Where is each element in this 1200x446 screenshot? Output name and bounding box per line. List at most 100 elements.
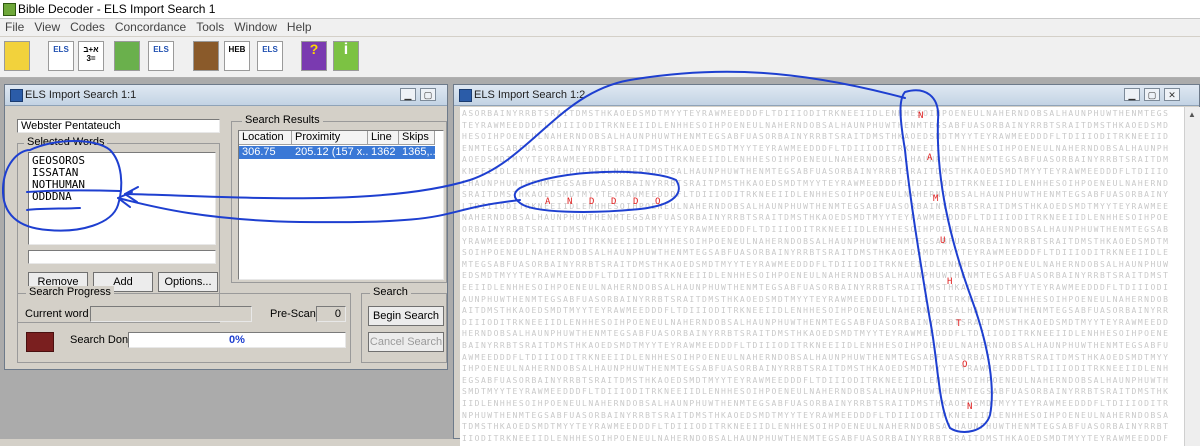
els-table-tool-button[interactable]: ELS <box>257 41 283 71</box>
column-proximity[interactable]: Proximity <box>292 131 368 145</box>
cell-location: 306.75 <box>242 146 276 158</box>
menu-file[interactable]: File <box>0 19 29 34</box>
els-letter-grid[interactable]: ASORBAINYRRBTSRAITDMSTHKAOEDSMDTMYYTEYRA… <box>460 107 1184 446</box>
prescan-label: Pre-Scan <box>270 308 316 320</box>
grid-row: ENMTEGSABFUASORBAINYRRBTSRAITDMSTHKAOEDS… <box>462 143 1170 153</box>
bible-version-text: Webster Pentateuch <box>21 120 121 132</box>
highlight-letter: H <box>947 277 953 287</box>
search-progress-label: Search Progress <box>26 286 114 298</box>
grid-row: AWMEEDDDFLTDIIIODITRKNEEIIDLENHHESOIHPOE… <box>462 352 1170 362</box>
maximize-button[interactable]: ▢ <box>1144 88 1160 101</box>
prescan-value: 0 <box>334 308 341 320</box>
grid-row: LHAUNPHUWTHENMTEGSABFUASORBAINYRRBTSRAIT… <box>462 178 1170 188</box>
highlight-letter: N <box>918 111 924 121</box>
grid-row: AOEDSMDTMYYTEYRAWMEEDDDFLTDIIIODITRKNEEI… <box>462 155 1170 165</box>
highlight-letter: U <box>940 235 946 246</box>
search-controls-group: Search Begin Search Cancel Search <box>361 286 447 363</box>
cell-line: 1362 <box>371 146 396 158</box>
search-progress-group: Search Progress Current word Pre-Scan 0 … <box>17 286 351 363</box>
begin-search-button[interactable]: Begin Search <box>368 306 444 326</box>
menu-window[interactable]: Window <box>229 19 282 34</box>
els-abc-tool-button[interactable]: ELS <box>148 41 174 71</box>
grid-row: IHPOENEULNAHERNDOBSALHAUNPHUWTHENMTEGSAB… <box>462 364 1170 374</box>
info-tool-button[interactable]: i <box>333 41 359 71</box>
close-button[interactable]: ✕ <box>1164 88 1180 101</box>
highlight-letter: D <box>633 197 639 207</box>
maximize-button[interactable]: ▢ <box>420 88 436 101</box>
menu-bar: File View Codes Concordance Tools Window Help <box>0 19 1200 36</box>
scroll-up-icon[interactable]: ▲ <box>1188 110 1196 119</box>
cancel-search-button[interactable]: Cancel Search <box>368 332 444 352</box>
options-button[interactable]: Options... <box>158 272 218 292</box>
els-search-window: ELS Import Search 1:1 ▁ ▢ Webster Pentat… <box>4 84 448 370</box>
highlight-letter: A <box>545 197 551 207</box>
bible-version-field[interactable]: Webster Pentateuch <box>17 119 220 133</box>
mdi-workspace: ELS Import Search 1:1 ▁ ▢ Webster Pentat… <box>0 78 1200 446</box>
selected-words-label: Selected Words <box>24 136 108 148</box>
els-grid-window-title-bar[interactable]: ELS Import Search 1:2 ▁ ▢ ✕ <box>454 85 1199 106</box>
grid-row: SMDTMYYTEYRAWMEEDDDFLTDIIIODITRKNEEIIDLE… <box>462 387 1170 397</box>
book-icon <box>26 332 54 352</box>
grid-row: NAHERNDOBSALHAUNPHUWTHENMTEGSABFUASORBAI… <box>462 213 1170 223</box>
vertical-scrollbar[interactable]: ▲ <box>1184 107 1200 446</box>
highlight-letter: N <box>567 197 573 207</box>
help-book-tool-button[interactable]: ? <box>301 41 327 71</box>
search-group-label: Search <box>370 286 411 298</box>
grid-row: KNEEIIDLENHHESOIHPOENEULNAHERNDOBSALHAUN… <box>462 167 1170 176</box>
app-icon <box>3 3 16 16</box>
gematria-tool-button[interactable]: א+ב =3 <box>78 41 104 71</box>
els-search-window-title: ELS Import Search 1:1 <box>25 89 137 101</box>
app-title: Bible Decoder - ELS Import Search 1 <box>18 2 216 16</box>
menu-tools[interactable]: Tools <box>191 19 229 34</box>
els-grid-window: ELS Import Search 1:2 ▁ ▢ ✕ ASORBAINYRRB… <box>453 84 1200 446</box>
grid-row: HERNDOBSALHAUNPHUWTHENMTEGSABFUASORBAINY… <box>462 329 1170 339</box>
current-word-label: Current word <box>25 308 89 320</box>
window-icon <box>459 89 472 102</box>
column-location[interactable]: Location <box>239 131 292 145</box>
minimize-button[interactable]: ▁ <box>1124 88 1140 101</box>
highlight-letter: D <box>611 197 617 207</box>
highlight-letter: O <box>962 360 968 370</box>
grid-row: EEIIDLENHHESOIHPOENEULNAHERNDOBSALHAUNPH… <box>462 283 1170 292</box>
minimize-button[interactable]: ▁ <box>400 88 416 101</box>
search-done-label: Search Done <box>70 334 135 346</box>
selected-words-list[interactable]: GEOSOROS ISSATAN NOTHUMAN ODDDNA <box>28 152 216 245</box>
column-line[interactable]: Line <box>368 131 399 145</box>
grid-row: DIIIODITRKNEEIIDLENHHESOIHPOENEULNAHERND… <box>462 317 1170 327</box>
els-search-window-title-bar[interactable]: ELS Import Search 1:1 ▁ ▢ <box>5 85 447 106</box>
menu-concordance[interactable]: Concordance <box>110 19 191 34</box>
search-results-label: Search Results <box>242 114 323 126</box>
grid-row: NPHUWTHENMTEGSABFUASORBAINYRRBTSRAITDMST… <box>462 410 1170 420</box>
grid-row: MTEGSABFUASORBAINYRRBTSRAITDMSTHKAOEDSMD… <box>462 259 1170 269</box>
toolbar: ELS א+ב =3 ELS HEB ELS ? i <box>0 37 1200 78</box>
search-results-table[interactable]: Location Proximity Line Skips 306.75 205… <box>238 130 444 280</box>
cell-skips: 1365,... <box>402 146 435 158</box>
prescan-field: 0 <box>316 306 346 322</box>
grid-row: IIODITRKNEEIIDLENHHESOIHPOENEULNAHERNDOB… <box>462 433 1170 443</box>
column-skips[interactable]: Skips <box>399 131 435 145</box>
menu-view[interactable]: View <box>29 19 65 34</box>
current-word-field <box>90 306 252 322</box>
bible-book-tool-button[interactable] <box>193 41 219 71</box>
menu-codes[interactable]: Codes <box>65 19 110 34</box>
grid-row: AITDMSTHKAOEDSMDTMYYTEYRAWMEEDDDFLTDIIIO… <box>462 306 1170 316</box>
grid-row: SOIHPOENEULNAHERNDOBSALHAUNPHUWTHENMTEGS… <box>462 248 1170 258</box>
window-icon <box>10 89 23 102</box>
grid-row: EDSMDTMYYTEYRAWMEEDDDFLTDIIIODITRKNEEIID… <box>462 271 1170 281</box>
word-entry-input[interactable] <box>28 250 216 264</box>
highlight-letter: M <box>933 194 939 204</box>
app-title-bar: Bible Decoder - ELS Import Search 1 <box>0 0 1200 19</box>
scroll-tool-button[interactable] <box>4 41 30 71</box>
els-hebrew-tool-button[interactable]: ELS <box>48 41 74 71</box>
heb-tool-button[interactable]: HEB <box>224 41 250 71</box>
globe-tool-button[interactable] <box>114 41 140 71</box>
word-item[interactable]: ODDDNA <box>32 191 212 203</box>
els-grid-window-title: ELS Import Search 1:2 <box>474 89 586 101</box>
highlight-letter: O <box>655 197 661 207</box>
menu-help[interactable]: Help <box>282 19 317 34</box>
highlight-letter: N <box>967 401 973 412</box>
highlight-letter: A <box>927 152 933 163</box>
cell-proximity: 205.12 (157 x... <box>295 146 368 158</box>
grid-row: AUNPHUWTHENMTEGSABFUASORBAINYRRBTSRAITDM… <box>462 294 1170 304</box>
table-row[interactable]: 306.75 205.12 (157 x... 1362 1365,... <box>239 146 435 159</box>
